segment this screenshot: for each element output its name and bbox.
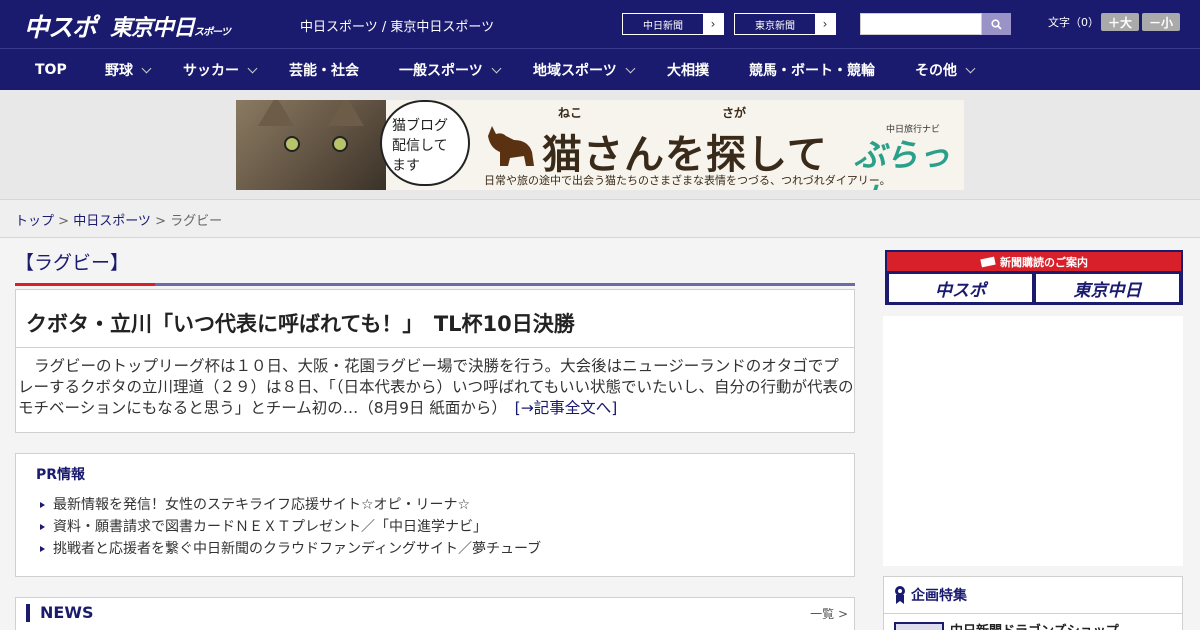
nav-label: TOP [35,62,67,78]
breadcrumb-top[interactable]: トップ [15,214,54,229]
ruby-text: ねこ [558,106,583,120]
banner-brand: ぶらっ人 [854,136,951,190]
breadcrumb-current: ラグビー [170,214,223,229]
paper-link-label: 中日新聞 [643,20,683,32]
ribbon-icon [895,586,905,604]
cat-silhouette-icon [488,126,534,166]
ad-slot [883,316,1183,566]
breadcrumb: トップ > 中日スポーツ > ラグビー [0,200,1200,238]
pr-link[interactable]: 最新情報を発信！女性のステキライフ応援サイト☆オピ・リーナ☆ [36,494,834,516]
article-card: クボタ・立川「いつ代表に呼ばれても！」 TL杯10日決勝 ラグビーのトップリーグ… [15,289,855,433]
tokyo-logo-text: 東京中日 [110,16,195,41]
feature-link[interactable]: 中日新聞ドラゴンズショップ [950,620,1119,630]
divider [884,613,1182,614]
search-button[interactable] [982,13,1011,35]
article-text: ラグビーのトップリーグ杯は１０日、大阪・花園ラグビー場で決勝を行う。大会後はニュ… [18,357,854,417]
font-size-label: 文字（0） [1048,16,1099,29]
nav-label: 芸能・社会 [289,63,359,79]
font-larger-button[interactable]: ＋大 [1101,13,1139,31]
nav-racing[interactable]: 競馬・ボート・競輪 [749,49,875,91]
breadcrumb-section[interactable]: 中日スポーツ [73,214,151,229]
nav-label: 大相撲 [667,63,709,79]
news-section: NEWS 一覧 > [15,597,855,630]
feature-thumbnail[interactable] [894,622,944,630]
cat-blog-banner[interactable]: 猫ブログ 配信して ます ねこ さが 猫さんを探して 日常や旅の途中で出会う猫た… [236,100,964,190]
cat-eye-shape [284,136,300,152]
chuspo-logo[interactable]: 中スポ [24,8,97,42]
search-input[interactable] [860,13,982,35]
top-header: 中スポ 東京中日スポーツ 中日スポーツ / 東京中日スポーツ 中日新聞 › 東京… [0,0,1200,48]
news-more-link[interactable]: 一覧 > [810,605,848,622]
subscription-header: 新聞購読のご案内 [887,252,1181,271]
chevron-down-icon [625,63,636,73]
news-title: NEWS [26,604,94,622]
cat-ear-shape [258,100,294,126]
banner-area: 猫ブログ 配信して ます ねこ さが 猫さんを探して 日常や旅の途中で出会う猫た… [0,90,1200,200]
nav-general-sports[interactable]: 一般スポーツ [399,49,502,91]
cat-eye-shape [332,136,348,152]
chevron-down-icon [491,63,502,73]
chunichi-shimbun-link[interactable]: 中日新聞 › [622,13,724,35]
chuspo-subscribe-logo[interactable]: 中スポ [889,274,1032,302]
heading-accent [15,283,155,286]
tokyo-logo-small: スポーツ [194,27,231,38]
subscription-box[interactable]: 新聞購読のご案内 中スポ 東京中日 [885,250,1183,305]
breadcrumb-separator: > [155,214,171,229]
pr-section: PR情報 最新情報を発信！女性のステキライフ応援サイト☆オピ・リーナ☆ 資料・願… [15,453,855,577]
nav-label: 野球 [105,63,133,79]
nav-local-sports[interactable]: 地域スポーツ [533,49,636,91]
chevron-down-icon [965,63,976,73]
category-heading: 【ラグビー】 [15,248,855,286]
feature-title: 企画特集 [911,588,967,604]
tokyo-subscribe-logo[interactable]: 東京中日 [1036,274,1179,302]
tokyo-shimbun-link[interactable]: 東京新聞 › [734,13,836,35]
pr-title: PR情報 [36,467,86,483]
subscription-logos: 中スポ 東京中日 [887,271,1181,305]
nav-top[interactable]: TOP [35,49,67,91]
ticket-icon [980,256,996,267]
nav-other[interactable]: その他 [915,49,976,91]
nav-label: 一般スポーツ [399,63,483,79]
ruby-text: さが [722,106,747,120]
nav-label: 地域スポーツ [533,63,617,79]
chevron-right-icon: › [703,14,723,34]
nav-entertainment[interactable]: 芸能・社会 [289,49,359,91]
cat-ear-shape [328,100,364,126]
cat-photo [236,100,386,190]
nav-sumo[interactable]: 大相撲 [667,49,709,91]
chevron-right-icon: › [815,14,835,34]
nav-label: サッカー [183,63,239,79]
main-nav: TOP 野球 サッカー 芸能・社会 一般スポーツ 地域スポーツ 大相撲 競馬・ボ… [0,48,1200,90]
feature-section: 企画特集 中日新聞ドラゴンズショップ [883,576,1183,630]
site-title: 中日スポーツ / 東京中日スポーツ [300,20,495,35]
banner-subtitle: 日常や旅の途中で出会う猫たちのさまざまな表情をつづる、つれづれダイアリー。 [484,174,891,187]
breadcrumb-separator: > [58,214,74,229]
category-title: 【ラグビー】 [15,252,130,274]
nav-soccer[interactable]: サッカー [183,49,258,91]
pr-link[interactable]: 挑戦者と応援者を繋ぐ中日新聞のクラウドファンディングサイト／夢チューブ [36,538,834,560]
nav-label: その他 [915,63,957,79]
read-more-link[interactable]: [→記事全文へ] [515,399,618,417]
font-smaller-button[interactable]: －小 [1142,13,1180,31]
speech-bubble: 猫ブログ 配信して ます [380,100,470,186]
article-title[interactable]: クボタ・立川「いつ代表に呼ばれても！」 TL杯10日決勝 [16,290,854,348]
paper-link-label: 東京新聞 [755,20,795,32]
tokyo-chunichi-logo[interactable]: 東京中日スポーツ [110,10,231,42]
feature-heading: 企画特集 [894,585,967,605]
search-icon [991,18,1002,30]
pr-link[interactable]: 資料・願書請求で図書カードＮＥＸＴプレゼント／「中日進学ナビ」 [36,516,834,538]
nav-label: 競馬・ボート・競輪 [749,63,875,79]
chevron-down-icon [141,63,152,73]
subscription-label: 新聞購読のご案内 [1000,255,1088,269]
article-body: ラグビーのトップリーグ杯は１０日、大阪・花園ラグビー場で決勝を行う。大会後はニュ… [16,348,854,419]
chevron-down-icon [247,63,258,73]
nav-baseball[interactable]: 野球 [105,49,152,91]
